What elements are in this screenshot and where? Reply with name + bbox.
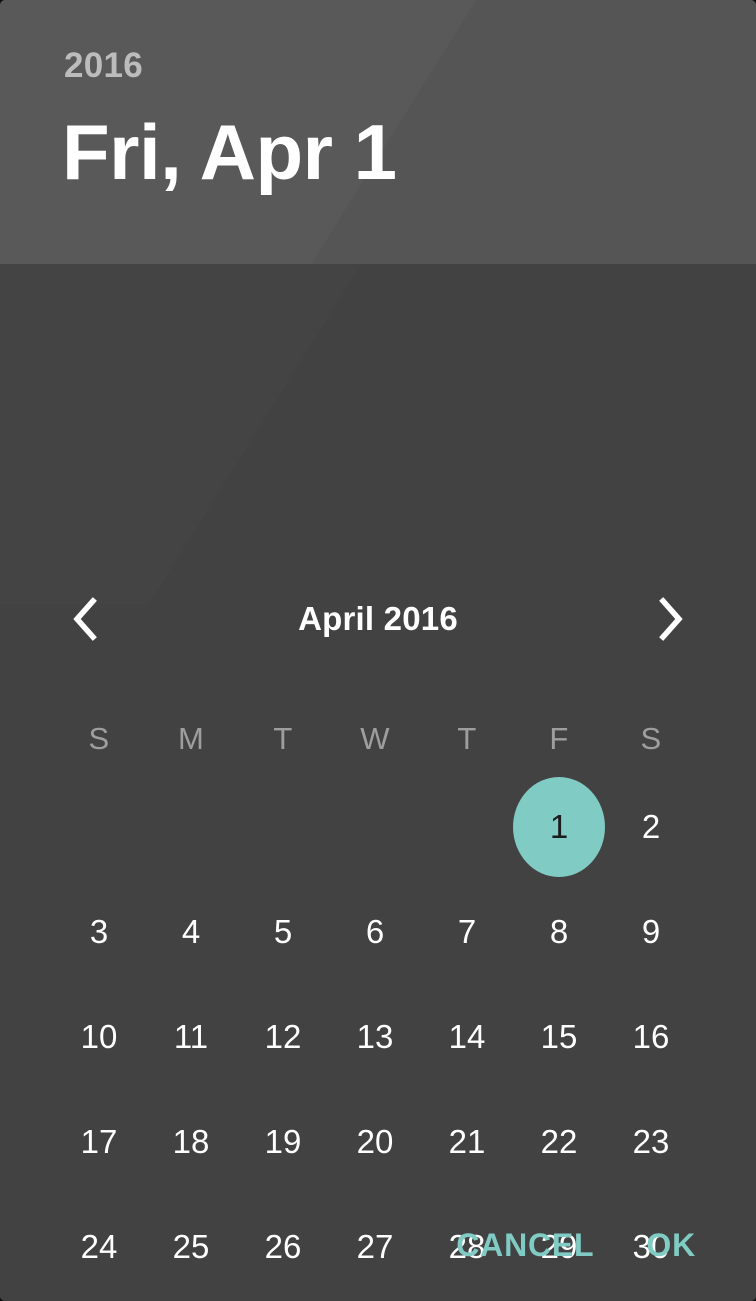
calendar-day[interactable]: 18 [145,1096,237,1188]
calendar-day[interactable]: 4 [145,886,237,978]
calendar-day-cell[interactable]: 1 [513,774,605,879]
ok-button[interactable]: OK [620,1215,722,1275]
dialog-body: April 2016 S M T W T F S 1 2 3 4 5 6 7 8… [0,264,756,1301]
calendar-day-cell [421,774,513,879]
calendar-day-cell[interactable]: 14 [421,984,513,1089]
calendar-day-empty [53,781,145,873]
calendar-day-cell[interactable]: 23 [605,1089,697,1194]
calendar-day-cell[interactable]: 17 [53,1089,145,1194]
weekday-label: T [273,721,293,756]
calendar-day-cell [237,774,329,879]
calendar-day-cell[interactable]: 2 [605,774,697,879]
calendar-week-row: 3456789 [53,879,697,984]
dialog-actions: CANCEL OK [0,1189,756,1301]
weekday-cell: T [237,704,329,774]
calendar-day-cell [53,774,145,879]
calendar-day[interactable]: 11 [145,991,237,1083]
calendar-day-cell[interactable]: 7 [421,879,513,984]
calendar-week-row: 12 [53,774,697,879]
calendar-day[interactable]: 16 [605,991,697,1083]
calendar-week-row: 10 11 12 13 14 15 16 [53,984,697,1089]
calendar-day-cell[interactable]: 20 [329,1089,421,1194]
calendar-day[interactable]: 22 [513,1096,605,1188]
calendar-day[interactable]: 12 [237,991,329,1083]
next-month-button[interactable] [639,587,703,651]
header-year-label[interactable]: 2016 [64,48,143,83]
calendar-day[interactable]: 7 [421,886,513,978]
calendar-day-cell [329,774,421,879]
current-month-label: April 2016 [298,600,458,637]
calendar-day-cell[interactable]: 6 [329,879,421,984]
calendar-day-cell[interactable]: 10 [53,984,145,1089]
calendar-day-cell[interactable]: 5 [237,879,329,984]
calendar-day-cell[interactable]: 3 [53,879,145,984]
calendar-day[interactable]: 20 [329,1096,421,1188]
calendar-day[interactable]: 13 [329,991,421,1083]
calendar-day-cell[interactable]: 9 [605,879,697,984]
calendar-day-empty [237,781,329,873]
calendar-day[interactable]: 8 [513,886,605,978]
weekday-label: T [457,721,477,756]
calendar-day-cell[interactable]: 8 [513,879,605,984]
chevron-left-icon [70,597,100,641]
calendar-day-selected[interactable]: 1 [513,776,605,877]
weekday-cell: F [513,704,605,774]
calendar-day[interactable]: 3 [53,886,145,978]
calendar-day-cell[interactable]: 16 [605,984,697,1089]
calendar-day[interactable]: 15 [513,991,605,1083]
calendar-day-cell[interactable]: 13 [329,984,421,1089]
calendar-day-cell[interactable]: 4 [145,879,237,984]
calendar-day[interactable]: 9 [605,886,697,978]
header-selected-date-label[interactable]: Fri, Apr 1 [62,113,397,191]
weekday-cell: W [329,704,421,774]
weekday-cell: S [605,704,697,774]
weekday-cell: T [421,704,513,774]
weekday-cell: S [53,704,145,774]
weekday-label: W [360,721,390,756]
body-sheen-overlay [0,264,411,604]
month-navigation: April 2016 [53,587,703,651]
calendar-day[interactable]: 2 [605,781,697,873]
chevron-right-icon [656,597,686,641]
weekday-label: F [549,721,569,756]
calendar-day[interactable]: 21 [421,1096,513,1188]
calendar-day-cell[interactable]: 19 [237,1089,329,1194]
calendar-day-cell[interactable]: 11 [145,984,237,1089]
calendar-day-empty [145,781,237,873]
calendar-day-cell[interactable]: 18 [145,1089,237,1194]
calendar-day[interactable]: 14 [421,991,513,1083]
calendar-week-row: 17 18 19 20 21 22 23 [53,1089,697,1194]
calendar-day-empty [329,781,421,873]
calendar-day[interactable]: 5 [237,886,329,978]
calendar-day-cell[interactable]: 21 [421,1089,513,1194]
calendar-day-cell[interactable]: 15 [513,984,605,1089]
calendar-day[interactable]: 10 [53,991,145,1083]
calendar-day[interactable]: 23 [605,1096,697,1188]
cancel-button[interactable]: CANCEL [430,1215,620,1275]
weekday-label: S [640,721,662,756]
calendar-day[interactable]: 6 [329,886,421,978]
weekday-cell: M [145,704,237,774]
weekday-label: S [88,721,110,756]
weekday-label: M [177,721,205,756]
dialog-header: 2016 Fri, Apr 1 [0,0,756,264]
calendar-day-cell [145,774,237,879]
calendar-day-cell[interactable]: 22 [513,1089,605,1194]
calendar-day[interactable]: 19 [237,1096,329,1188]
weekday-header-row: S M T W T F S [53,704,697,774]
previous-month-button[interactable] [53,587,117,651]
calendar-day[interactable]: 17 [53,1096,145,1188]
calendar-day-empty [421,781,513,873]
date-picker-dialog: 2016 Fri, Apr 1 April 2016 S M T W T F S… [0,0,756,1301]
calendar-day-cell[interactable]: 12 [237,984,329,1089]
